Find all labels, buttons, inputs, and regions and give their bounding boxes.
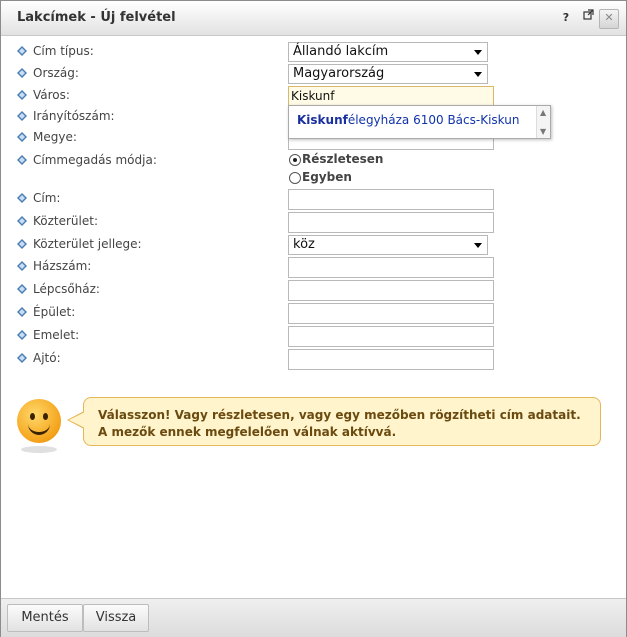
emelet-input[interactable] <box>288 326 494 347</box>
emelet-label: Emelet: <box>33 328 80 342</box>
dialog-window: Lakcímek - Új felvétel ? ✕ Cím típus: Ál… <box>0 0 627 637</box>
back-button[interactable]: Vissza <box>83 604 149 632</box>
city-autocomplete-dropdown: Kiskunfélegyháza 6100 Bács-Kiskun ▲ ▼ <box>288 105 551 139</box>
radio-circle[interactable] <box>289 172 301 184</box>
ajto-input[interactable] <box>288 349 494 370</box>
smiley-eye <box>30 413 35 420</box>
hazszam-label: Házszám: <box>33 259 92 273</box>
bubble-tail-fill <box>69 412 85 428</box>
smiley-eye <box>43 413 48 420</box>
cim-label: Cím: <box>33 191 61 205</box>
diamond-bullet-icon <box>17 261 27 271</box>
hint-bubble: Válasszon! Vagy részletesen, vagy egy me… <box>83 397 601 446</box>
radio-circle[interactable] <box>289 154 301 166</box>
diamond-bullet-icon <box>17 239 27 249</box>
radio-egyben-label: Egyben <box>302 170 352 184</box>
cim-tipus-label: Cím típus: <box>33 44 94 58</box>
diamond-bullet-icon <box>17 330 27 340</box>
diamond-bullet-icon <box>17 353 27 363</box>
help-button[interactable]: ? <box>557 9 575 27</box>
save-button[interactable]: Mentés <box>7 604 83 632</box>
title-bar[interactable]: Lakcímek - Új felvétel ? ✕ <box>1 1 626 36</box>
dialog-title: Lakcímek - Új felvétel <box>17 10 176 25</box>
lepcsohaz-input[interactable] <box>288 280 494 301</box>
cim-input[interactable] <box>288 189 494 210</box>
scroll-up-icon[interactable]: ▲ <box>540 108 546 117</box>
chevron-down-icon <box>474 72 482 77</box>
smiley-shadow <box>21 446 57 453</box>
chevron-down-icon <box>474 50 482 55</box>
diamond-bullet-icon <box>17 68 27 78</box>
kozterulet-input[interactable] <box>288 212 494 233</box>
diamond-bullet-icon <box>17 111 27 121</box>
diamond-bullet-icon <box>17 284 27 294</box>
diamond-bullet-icon <box>17 193 27 203</box>
smiley-icon <box>17 399 61 443</box>
varos-input[interactable]: Kiskunf <box>288 86 494 106</box>
radio-reszletesen-label: Részletesen <box>302 152 384 166</box>
close-icon[interactable]: ✕ <box>599 9 619 29</box>
scroll-down-icon[interactable]: ▼ <box>540 127 546 136</box>
popout-icon[interactable] <box>579 9 597 27</box>
cim-tipus-value: Állandó lakcím <box>293 44 389 59</box>
dropdown-scrollbar[interactable]: ▲ ▼ <box>536 106 550 138</box>
ajto-label: Ajtó: <box>33 351 61 365</box>
smiley-mouth <box>28 421 50 435</box>
cimmegadas-label: Címmegadás módja: <box>33 153 157 167</box>
orszag-label: Ország: <box>33 66 79 80</box>
varos-label: Város: <box>33 88 70 102</box>
kozterulet-jellege-select[interactable]: köz <box>288 235 488 255</box>
lepcsohaz-label: Lépcsőház: <box>33 282 100 296</box>
iranyitoszam-label: Irányítószám: <box>33 109 115 123</box>
orszag-select[interactable]: Magyarország <box>288 64 488 84</box>
cim-tipus-select[interactable]: Állandó lakcím <box>288 42 488 62</box>
diamond-bullet-icon <box>17 90 27 100</box>
diamond-bullet-icon <box>17 132 27 142</box>
radio-selected-dot <box>293 158 297 162</box>
hazszam-input[interactable] <box>288 257 494 278</box>
autocomplete-rest: élegyháza 6100 Bács-Kiskun <box>347 113 520 127</box>
dialog-footer: Mentés Vissza <box>1 598 626 637</box>
epulet-input[interactable] <box>288 303 494 324</box>
autocomplete-match: Kiskunf <box>297 113 348 127</box>
hint-message: Válasszon! Vagy részletesen, vagy egy me… <box>98 408 581 439</box>
kozterulet-label: Közterület: <box>33 214 99 228</box>
varos-value: Kiskunf <box>291 89 335 103</box>
diamond-bullet-icon <box>17 216 27 226</box>
diamond-bullet-icon <box>17 307 27 317</box>
chevron-down-icon <box>474 243 482 248</box>
diamond-bullet-icon <box>17 46 27 56</box>
autocomplete-option[interactable]: Kiskunfélegyháza 6100 Bács-Kiskun <box>297 113 519 127</box>
kozterulet-jellege-value: köz <box>293 237 315 252</box>
epulet-label: Épület: <box>33 305 76 319</box>
orszag-value: Magyarország <box>293 66 385 81</box>
megye-label: Megye: <box>33 130 77 144</box>
diamond-bullet-icon <box>17 155 27 165</box>
kozterulet-jellege-label: Közterület jellege: <box>33 237 142 251</box>
